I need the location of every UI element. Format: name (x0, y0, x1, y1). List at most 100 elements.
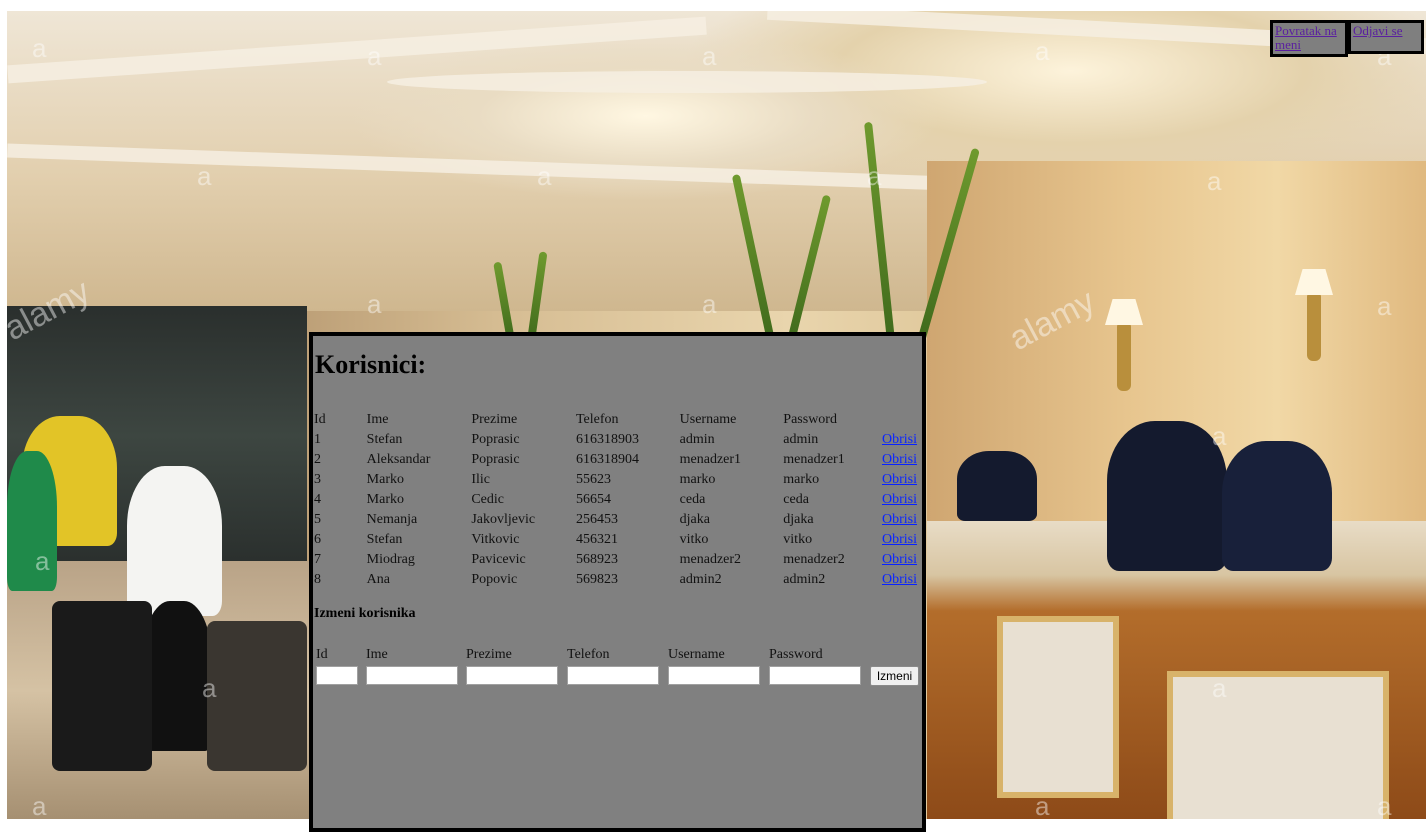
watermark: a (1207, 166, 1222, 196)
watermark: a (1212, 421, 1227, 451)
table-row: 2 Aleksandar Poprasic 616318904 menadzer… (314, 450, 922, 470)
cell-password: menadzer1 (783, 452, 845, 467)
watermark: a (32, 791, 47, 819)
delete-link[interactable]: Obrisi (882, 432, 917, 447)
cell-ime: Stefan (366, 432, 403, 447)
ime-input[interactable] (366, 666, 458, 685)
person (127, 466, 222, 616)
cell-username: admin2 (679, 572, 722, 587)
nav-logout-box: Odjavi se (1348, 20, 1424, 54)
cell-id: 6 (314, 532, 321, 547)
column-header: Password (783, 412, 837, 427)
cell-password: ceda (783, 492, 809, 507)
watermark: a (1035, 791, 1050, 819)
cell-password: menadzer2 (783, 552, 845, 567)
cell-prezime: Pavicevic (471, 552, 526, 567)
watermark: a (702, 41, 717, 71)
suitcase (207, 621, 307, 771)
logout-link[interactable]: Odjavi se (1353, 23, 1402, 38)
delete-link[interactable]: Obrisi (882, 572, 917, 587)
cell-ime: Miodrag (366, 552, 415, 567)
suitcase (52, 601, 152, 771)
delete-link[interactable]: Obrisi (882, 532, 917, 547)
cell-ime: Marko (366, 492, 404, 507)
users-panel: Korisnici: Id Ime Prezime Telefon Userna… (309, 332, 926, 832)
cell-telefon: 456321 (575, 532, 618, 547)
delete-link[interactable]: Obrisi (882, 452, 917, 467)
prezime-input[interactable] (466, 666, 558, 685)
cell-password: admin2 (783, 572, 826, 587)
watermark: a (867, 161, 882, 191)
watermark: a (1035, 36, 1050, 66)
cell-id: 2 (314, 452, 321, 467)
telefon-input[interactable] (567, 666, 659, 685)
table-row: 3 Marko Ilic 55623 marko marko Obrisi (314, 470, 922, 490)
watermark: a (1377, 791, 1392, 819)
cell-prezime: Jakovljevic (471, 512, 536, 527)
cell-prezime: Popovic (471, 572, 518, 587)
cell-username: menadzer1 (679, 452, 742, 467)
username-input[interactable] (668, 666, 760, 685)
cell-id: 3 (314, 472, 321, 487)
person (1222, 441, 1332, 571)
delete-link[interactable]: Obrisi (882, 492, 917, 507)
users-table: Id Ime Prezime Telefon Username Password… (314, 410, 922, 590)
edit-submit-button[interactable]: Izmeni (870, 666, 919, 686)
password-input[interactable] (769, 666, 861, 685)
id-input[interactable] (316, 666, 358, 685)
watermark: a (1212, 673, 1227, 703)
watermark: a (35, 546, 50, 576)
column-header: Telefon (575, 412, 619, 427)
watermark: a (32, 33, 47, 63)
watermark: a (1377, 291, 1392, 321)
field-label-telefon: Telefon (567, 647, 610, 662)
delete-link[interactable]: Obrisi (882, 512, 917, 527)
cell-username: ceda (679, 492, 706, 507)
cell-prezime: Ilic (471, 472, 490, 487)
cell-password: vitko (783, 532, 813, 547)
table-row: 7 Miodrag Pavicevic 568923 menadzer2 men… (314, 550, 922, 570)
cell-password: admin (783, 432, 819, 447)
cell-id: 7 (314, 552, 321, 567)
cell-prezime: Poprasic (471, 452, 520, 467)
watermark: a (367, 289, 382, 319)
cell-id: 8 (314, 572, 321, 587)
person (1107, 421, 1227, 571)
watermark: a (537, 161, 552, 191)
cell-ime: Nemanja (366, 512, 418, 527)
delete-link[interactable]: Obrisi (882, 552, 917, 567)
cell-telefon: 55623 (575, 472, 611, 487)
back-to-menu-link[interactable]: Povratak na meni (1275, 23, 1337, 52)
edit-form-title: Izmeni korisnika (314, 606, 416, 621)
cell-id: 4 (314, 492, 321, 507)
table-row: 4 Marko Cedic 56654 ceda ceda Obrisi (314, 490, 922, 510)
cell-telefon: 256453 (575, 512, 618, 527)
cell-ime: Aleksandar (366, 452, 431, 467)
cell-prezime: Poprasic (471, 432, 520, 447)
table-row: 5 Nemanja Jakovljevic 256453 djaka djaka… (314, 510, 922, 530)
table-row: 8 Ana Popovic 569823 admin2 admin2 Obris… (314, 570, 922, 590)
cell-ime: Stefan (366, 532, 403, 547)
watermark: a (367, 41, 382, 71)
watermark: a (197, 161, 212, 191)
nav-back-box: Povratak na meni (1270, 20, 1348, 57)
cell-id: 5 (314, 512, 321, 527)
cell-telefon: 56654 (575, 492, 611, 507)
column-header: Prezime (471, 412, 518, 427)
table-row: 1 Stefan Poprasic 616318903 admin admin … (314, 430, 922, 450)
cell-username: vitko (679, 532, 709, 547)
field-label-prezime: Prezime (466, 647, 512, 662)
table-row: 6 Stefan Vitkovic 456321 vitko vitko Obr… (314, 530, 922, 550)
watermark: a (702, 289, 717, 319)
cell-telefon: 568923 (575, 552, 618, 567)
cell-username: menadzer2 (679, 552, 742, 567)
field-label-ime: Ime (366, 647, 388, 662)
column-header: Id (314, 412, 326, 427)
column-header: Ime (366, 412, 389, 427)
cell-prezime: Vitkovic (471, 532, 520, 547)
delete-link[interactable]: Obrisi (882, 472, 917, 487)
person (7, 451, 57, 591)
column-header-empty (882, 410, 922, 430)
cell-telefon: 569823 (575, 572, 618, 587)
page-title: Korisnici: (315, 350, 427, 379)
